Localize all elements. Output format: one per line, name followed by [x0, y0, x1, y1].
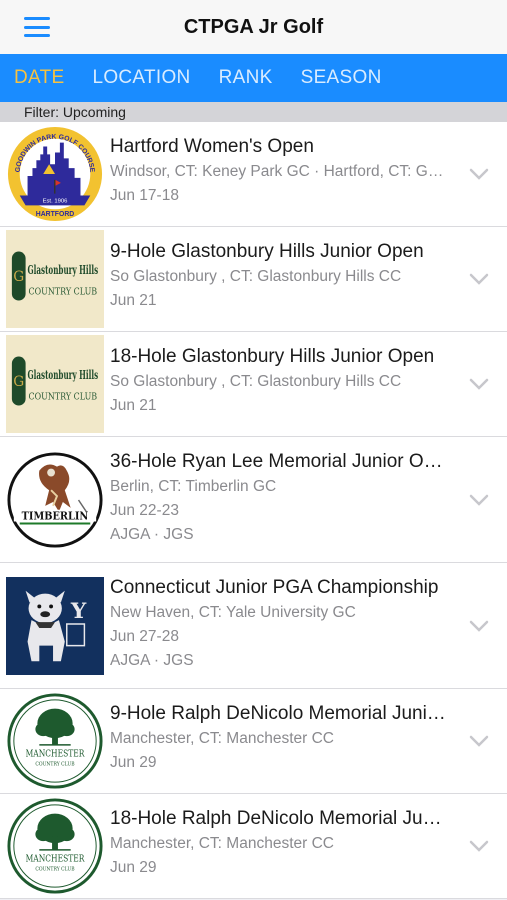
svg-text:Glastonbury Hills: Glastonbury Hills — [28, 263, 99, 277]
chevron-down-icon[interactable] — [469, 839, 489, 853]
chevron-down-icon[interactable] — [469, 272, 489, 286]
event-location: So Glastonbury , CT: Glastonbury Hills C… — [110, 373, 402, 390]
svg-text:Est. 1906: Est. 1906 — [43, 198, 69, 204]
event-tags: AJGA · JGS — [110, 652, 194, 669]
event-date: Jun 21 — [110, 292, 157, 309]
svg-text:MANCHESTER: MANCHESTER — [26, 750, 85, 760]
event-location: Manchester, CT: Manchester CC — [110, 835, 334, 852]
event-location: Manchester, CT: Manchester CC — [110, 730, 334, 747]
svg-text:G: G — [13, 374, 24, 390]
svg-text:COUNTRY CLUB: COUNTRY CLUB — [29, 288, 98, 298]
chevron-down-icon[interactable] — [469, 493, 489, 507]
event-date: Jun 21 — [110, 397, 157, 414]
svg-text:TIMBERLIN: TIMBERLIN — [22, 509, 89, 522]
event-row-ryan-lee-memorial[interactable]: TIMBERLIN 36-Hole Ryan Lee Memorial Juni… — [0, 437, 507, 563]
event-info: Connecticut Junior PGA Championship New … — [110, 563, 507, 676]
event-date: Jun 17-18 — [110, 187, 179, 204]
event-title: Hartford Women's Open — [110, 136, 314, 157]
chevron-down-icon[interactable] — [469, 377, 489, 391]
event-list: Est. 1906 GOODWIN PARK GOLF COURSE HARTF… — [0, 122, 507, 899]
event-row-hartford-womens-open[interactable]: Est. 1906 GOODWIN PARK GOLF COURSE HARTF… — [0, 122, 507, 227]
event-row-glastonbury-9[interactable]: G Glastonbury Hills COUNTRY CLUB 9-Hole … — [0, 227, 507, 332]
event-location: Berlin, CT: Timberlin GC — [110, 478, 277, 495]
tab-season[interactable]: SEASON — [301, 67, 382, 89]
svg-text:MANCHESTER: MANCHESTER — [26, 855, 85, 865]
event-info: 18-Hole Ralph DeNicolo Memorial Junior O… — [110, 794, 507, 883]
event-title: 9-Hole Glastonbury Hills Junior Open — [110, 241, 424, 262]
event-date: Jun 22-23 — [110, 502, 179, 519]
event-row-glastonbury-18[interactable]: G Glastonbury Hills COUNTRY CLUB 18-Hole… — [0, 332, 507, 437]
tab-date[interactable]: DATE — [14, 67, 64, 89]
svg-text:COUNTRY CLUB: COUNTRY CLUB — [35, 762, 74, 768]
chevron-down-icon[interactable] — [469, 734, 489, 748]
tab-location[interactable]: LOCATION — [92, 67, 190, 89]
event-date: Jun 29 — [110, 859, 157, 876]
svg-text:HARTFORD: HARTFORD — [36, 211, 75, 218]
event-info: Hartford Women's Open Windsor, CT: Keney… — [110, 122, 507, 211]
timberlin-logo: TIMBERLIN — [7, 451, 103, 548]
svg-text:G: G — [13, 269, 24, 285]
svg-text:Glastonbury Hills: Glastonbury Hills — [28, 368, 99, 382]
event-info: 9-Hole Glastonbury Hills Junior Open So … — [110, 227, 507, 316]
event-location: So Glastonbury , CT: Glastonbury Hills C… — [110, 268, 402, 285]
chevron-down-icon[interactable] — [469, 167, 489, 181]
event-date: Jun 27-28 — [110, 628, 179, 645]
filter-label: Filter: Upcoming — [0, 102, 507, 122]
event-row-ralph-denicolo-9[interactable]: MANCHESTER COUNTRY CLUB 9-Hole Ralph DeN… — [0, 689, 507, 794]
glastonbury-hills-logo: G Glastonbury Hills COUNTRY CLUB — [6, 335, 104, 433]
event-row-ralph-denicolo-18[interactable]: MANCHESTER COUNTRY CLUB 18-Hole Ralph De… — [0, 794, 507, 899]
event-info: 18-Hole Glastonbury Hills Junior Open So… — [110, 332, 507, 421]
event-title: 18-Hole Ralph DeNicolo Memorial Junior O… — [110, 808, 447, 829]
tab-rank[interactable]: RANK — [219, 67, 273, 89]
manchester-cc-logo: MANCHESTER COUNTRY CLUB — [7, 693, 103, 789]
svg-text:COUNTRY CLUB: COUNTRY CLUB — [35, 867, 74, 873]
event-tags: AJGA · JGS — [110, 526, 194, 543]
event-date: Jun 29 — [110, 754, 157, 771]
event-title: 9-Hole Ralph DeNicolo Memorial Junior Op… — [110, 703, 447, 724]
event-row-ct-junior-pga-championship[interactable]: Y Connecticut Junior PGA Championship Ne… — [0, 563, 507, 689]
nav-bar: CTPGA Jr Golf — [0, 0, 507, 54]
event-title: 36-Hole Ryan Lee Memorial Junior Open — [110, 451, 447, 472]
event-info: 36-Hole Ryan Lee Memorial Junior Open Be… — [110, 437, 507, 550]
goodwin-park-logo: Est. 1906 GOODWIN PARK GOLF COURSE HARTF… — [7, 126, 103, 222]
tab-bar: DATE LOCATION RANK SEASON — [0, 54, 507, 102]
svg-text:COUNTRY CLUB: COUNTRY CLUB — [29, 393, 98, 403]
page-title: CTPGA Jr Golf — [183, 15, 324, 38]
event-title: Connecticut Junior PGA Championship — [110, 577, 439, 598]
event-title: 18-Hole Glastonbury Hills Junior Open — [110, 346, 435, 367]
yale-bulldog-logo: Y — [6, 576, 104, 675]
event-location: Windsor, CT: Keney Park GC · Hartford, C… — [110, 163, 447, 180]
hamburger-menu-icon[interactable] — [24, 17, 50, 37]
event-info: 9-Hole Ralph DeNicolo Memorial Junior Op… — [110, 689, 507, 778]
event-location: New Haven, CT: Yale University GC — [110, 604, 356, 621]
chevron-down-icon[interactable] — [469, 619, 489, 633]
glastonbury-hills-logo: G Glastonbury Hills COUNTRY CLUB — [6, 230, 104, 328]
svg-text:Y: Y — [70, 599, 87, 624]
manchester-cc-logo: MANCHESTER COUNTRY CLUB — [7, 798, 103, 894]
